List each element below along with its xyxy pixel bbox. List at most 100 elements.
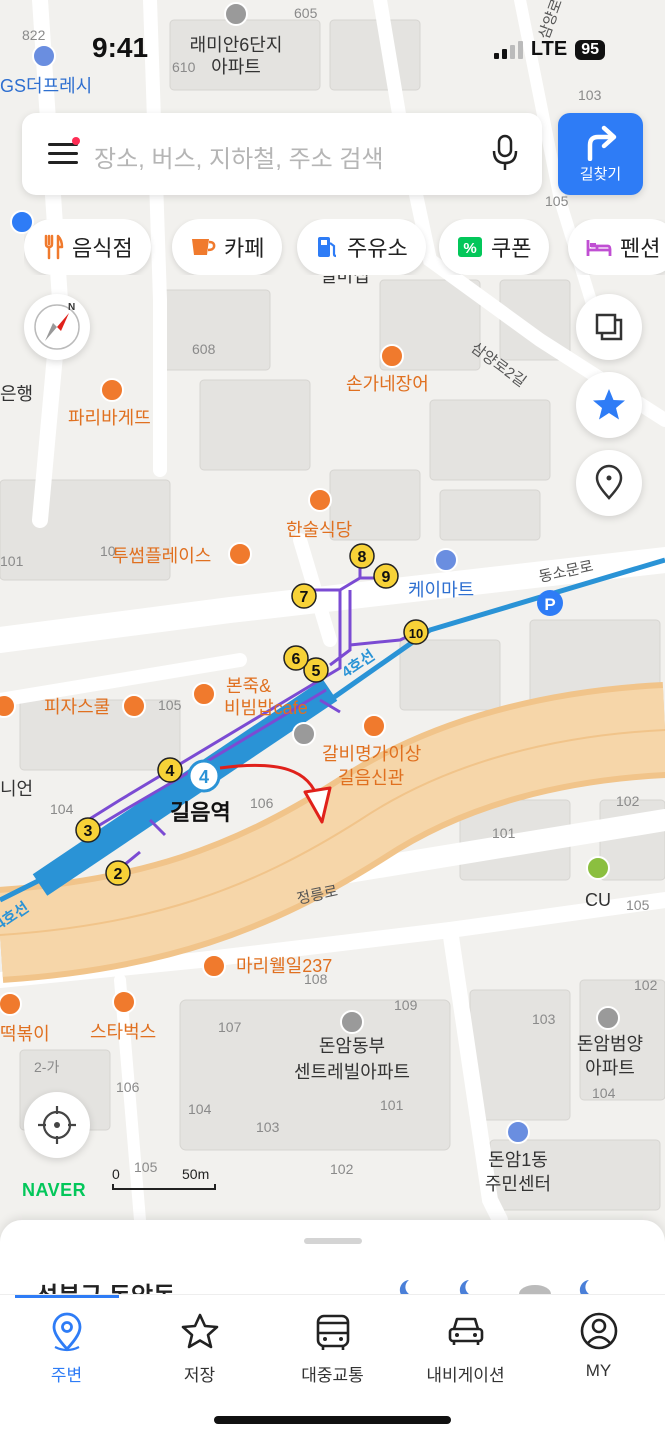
label-starbucks: 스타벅스 <box>90 1022 156 1042</box>
svg-text:106: 106 <box>116 1079 140 1095</box>
svg-text:4: 4 <box>166 763 175 780</box>
restaurant-icon[interactable] <box>100 378 124 402</box>
apartment-icon[interactable] <box>596 1006 620 1030</box>
current-location-button[interactable] <box>24 1092 90 1158</box>
exit-badge-3[interactable]: 3 <box>75 817 101 843</box>
chip-pension[interactable]: 펜션 <box>568 219 665 275</box>
convenience-store-icon[interactable] <box>586 856 610 880</box>
restroom-icon[interactable] <box>292 722 316 746</box>
restaurant-icon[interactable] <box>202 954 226 978</box>
exit-badge-6[interactable]: 6 <box>283 645 309 671</box>
svg-text:103: 103 <box>256 1119 280 1135</box>
notification-dot <box>72 137 80 145</box>
label-bonjuk-2: 비빔밥cafe <box>224 698 308 718</box>
apartment-icon[interactable] <box>340 1010 364 1034</box>
label-kmart: 케이마트 <box>408 580 474 600</box>
svg-text:106: 106 <box>250 795 274 811</box>
exit-badge-2[interactable]: 2 <box>105 860 131 886</box>
svg-text:102: 102 <box>616 793 640 809</box>
menu-icon[interactable] <box>48 137 80 167</box>
fuel-pump-icon <box>318 237 337 258</box>
tab-transit[interactable]: 대중교통 <box>266 1311 399 1391</box>
percent-coupon-icon: % <box>458 237 482 257</box>
tab-nearby[interactable]: 주변 <box>0 1311 133 1391</box>
star-icon <box>181 1313 218 1349</box>
microphone-icon[interactable] <box>490 133 520 173</box>
label-galbi: 갈비명가이상 <box>322 744 421 764</box>
label-union: 니언 <box>0 779 33 799</box>
chip-label: 음식점 <box>72 236 133 261</box>
label-hansul: 한술식당 <box>286 520 352 540</box>
tab-saved[interactable]: 저장 <box>133 1311 266 1391</box>
svg-text:107: 107 <box>218 1019 242 1035</box>
compass-icon: N <box>34 302 80 350</box>
restaurant-icon[interactable] <box>362 714 386 738</box>
compass-button[interactable]: N <box>24 294 90 360</box>
svg-text:108: 108 <box>304 971 328 987</box>
svg-text:102: 102 <box>330 1161 354 1177</box>
label-bonjuk: 본죽& <box>226 676 271 696</box>
directions-button[interactable]: 길찾기 <box>558 113 643 195</box>
label-donam-center: 돈암1동 <box>488 1150 548 1170</box>
restaurant-icon[interactable] <box>122 694 146 718</box>
exit-badge-7[interactable]: 7 <box>291 583 317 609</box>
svg-text:2-가: 2-가 <box>34 1059 59 1075</box>
directions-label: 길찾기 <box>579 166 622 183</box>
chip-cafe[interactable]: 카페 <box>172 219 283 275</box>
restaurant-icon[interactable] <box>308 488 332 512</box>
svg-text:2: 2 <box>114 866 123 883</box>
location-pin-button[interactable] <box>576 450 642 516</box>
fork-knife-icon <box>44 234 64 260</box>
layers-button[interactable] <box>576 294 642 360</box>
svg-text:8: 8 <box>358 549 367 566</box>
cafe-icon[interactable] <box>112 990 136 1014</box>
label-donam-beom: 돈암범양 <box>577 1034 643 1054</box>
sheet-drag-handle[interactable] <box>304 1238 362 1244</box>
home-indicator <box>214 1416 451 1424</box>
cafe-icon[interactable] <box>228 542 252 566</box>
restaurant-icon[interactable] <box>380 344 404 368</box>
bus-icon <box>316 1314 349 1350</box>
exit-badge-4[interactable]: 4 <box>157 757 183 783</box>
svg-text:9: 9 <box>382 569 391 586</box>
svg-text:10: 10 <box>100 543 116 559</box>
svg-text:5: 5 <box>312 663 321 680</box>
label-station: 길음역 <box>170 800 231 825</box>
station-badge-line4[interactable]: 4 <box>187 759 221 793</box>
exit-badge-10[interactable]: 10 <box>403 619 429 645</box>
label-paris: 파리바게뜨 <box>68 408 151 428</box>
location-pin-icon <box>52 1312 81 1352</box>
favorites-button[interactable] <box>576 372 642 438</box>
exit-badge-9[interactable]: 9 <box>373 563 399 589</box>
bed-icon <box>586 240 612 256</box>
restaurant-icon[interactable] <box>192 682 216 706</box>
chip-label: 펜션 <box>620 236 661 261</box>
svg-text:104: 104 <box>188 1101 212 1117</box>
chip-coupon[interactable]: % 쿠폰 <box>439 219 550 275</box>
public-office-icon[interactable] <box>506 1120 530 1144</box>
svg-text:%: % <box>463 240 476 257</box>
exit-badge-8[interactable]: 8 <box>349 543 375 569</box>
svg-text:P: P <box>544 595 555 614</box>
tab-my[interactable]: MY <box>532 1311 665 1391</box>
chip-gas-station[interactable]: 주유소 <box>297 219 426 275</box>
restaurant-icon[interactable] <box>0 992 22 1016</box>
svg-text:4: 4 <box>199 767 209 787</box>
svg-text:101: 101 <box>492 825 516 841</box>
location-pin-icon <box>595 464 623 500</box>
restaurant-icon[interactable] <box>0 694 16 718</box>
label-galbi-2: 길음신관 <box>338 768 404 788</box>
svg-text:10: 10 <box>409 626 423 641</box>
search-input[interactable]: 장소, 버스, 지하철, 주소 검색 <box>94 139 384 174</box>
chip-restaurant[interactable]: 음식점 <box>24 219 151 275</box>
label-pizza: 피자스쿨 <box>44 697 110 717</box>
status-time: 9:41 <box>92 32 149 63</box>
svg-text:101: 101 <box>0 553 24 569</box>
layers-icon <box>595 313 623 341</box>
mart-icon[interactable] <box>434 548 458 572</box>
tab-navigation[interactable]: 내비게이션 <box>399 1311 532 1391</box>
label-tousome: 투썸플레이스 <box>112 546 211 566</box>
svg-text:103: 103 <box>532 1011 556 1027</box>
svg-text:105: 105 <box>626 897 650 913</box>
search-bar[interactable]: 장소, 버스, 지하철, 주소 검색 <box>22 113 542 195</box>
